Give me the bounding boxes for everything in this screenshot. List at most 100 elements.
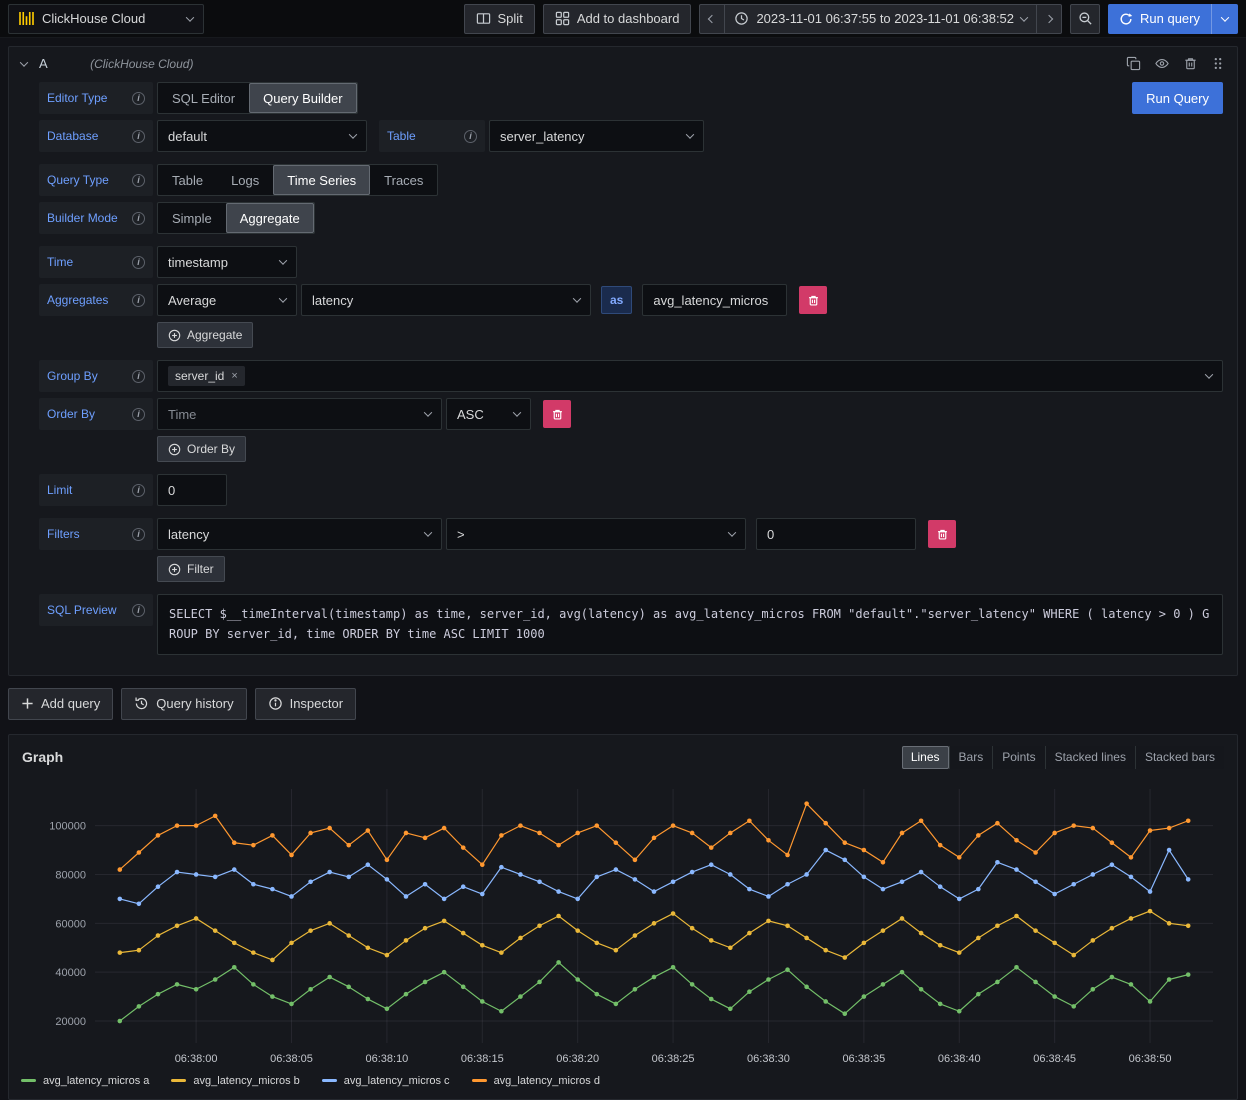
split-button[interactable]: Split bbox=[464, 4, 535, 34]
graph-style-stacked-lines[interactable]: Stacked lines bbox=[1045, 746, 1135, 769]
query-type-option-traces[interactable]: Traces bbox=[370, 165, 437, 195]
legend-item[interactable]: avg_latency_micros b bbox=[171, 1075, 299, 1087]
group-by-label: Group By i bbox=[39, 360, 153, 392]
add-to-dashboard-button[interactable]: Add to dashboard bbox=[543, 4, 692, 34]
chevron-down-icon bbox=[513, 408, 521, 416]
plus-circle-icon bbox=[168, 329, 181, 342]
run-query-editor-button[interactable]: Run Query bbox=[1132, 82, 1223, 114]
query-ref-id: A bbox=[39, 56, 48, 71]
graph-style-bars[interactable]: Bars bbox=[949, 746, 993, 769]
remove-tag-icon[interactable]: × bbox=[231, 371, 237, 382]
group-by-multiselect[interactable]: server_id × bbox=[157, 360, 1223, 392]
info-icon[interactable]: i bbox=[132, 256, 145, 269]
table-select[interactable]: server_latency bbox=[489, 120, 704, 152]
editor-type-row: Editor Type i SQL Editor Query Builder bbox=[39, 82, 1223, 114]
query-type-option-time-series[interactable]: Time Series bbox=[273, 165, 370, 195]
group-by-tag: server_id × bbox=[168, 366, 245, 386]
info-icon[interactable]: i bbox=[132, 370, 145, 383]
info-icon[interactable]: i bbox=[132, 408, 145, 421]
trash-icon bbox=[1183, 56, 1198, 71]
info-icon[interactable]: i bbox=[132, 484, 145, 497]
grip-icon bbox=[1211, 56, 1225, 71]
filters-label: Filters i bbox=[39, 518, 153, 550]
query-history-button[interactable]: Query history bbox=[121, 688, 246, 720]
order-by-direction-select[interactable]: ASC bbox=[446, 398, 531, 430]
chevron-down-icon bbox=[349, 130, 357, 138]
apps-grid-icon bbox=[555, 11, 570, 26]
builder-mode-option-aggregate[interactable]: Aggregate bbox=[226, 203, 314, 233]
add-query-button[interactable]: Add query bbox=[8, 688, 113, 720]
info-icon[interactable]: i bbox=[132, 604, 145, 617]
info-icon[interactable]: i bbox=[132, 174, 145, 187]
filter-field-select[interactable]: latency bbox=[157, 518, 442, 550]
query-type-option-logs[interactable]: Logs bbox=[217, 165, 273, 195]
legend-label: avg_latency_micros b bbox=[193, 1075, 299, 1087]
chevron-down-icon bbox=[279, 294, 287, 302]
time-shift-forward-button[interactable] bbox=[1037, 5, 1061, 33]
series-line bbox=[120, 911, 1188, 960]
collapse-query-icon[interactable] bbox=[20, 58, 28, 66]
remove-query-button[interactable] bbox=[1183, 56, 1198, 71]
query-type-option-table[interactable]: Table bbox=[158, 165, 217, 195]
aggregate-column-select[interactable]: latency bbox=[301, 284, 591, 316]
legend-item[interactable]: avg_latency_micros d bbox=[472, 1075, 600, 1087]
editor-type-option-query-builder[interactable]: Query Builder bbox=[249, 83, 356, 113]
builder-mode-radio-group: Simple Aggregate bbox=[157, 202, 315, 234]
remove-order-by-button[interactable] bbox=[543, 400, 571, 428]
time-label: Time i bbox=[39, 246, 153, 278]
x-axis-tick-label: 06:38:50 bbox=[1129, 1053, 1172, 1065]
inspector-button[interactable]: Inspector bbox=[255, 688, 356, 720]
aggregate-function-select[interactable]: Average bbox=[157, 284, 297, 316]
time-column-select[interactable]: timestamp bbox=[157, 246, 297, 278]
graph-style-points[interactable]: Points bbox=[992, 746, 1044, 769]
zoom-out-time-button[interactable] bbox=[1070, 4, 1100, 34]
remove-aggregate-button[interactable] bbox=[799, 286, 827, 314]
graph-style-radio-group: Lines Bars Points Stacked lines Stacked … bbox=[902, 746, 1224, 769]
editor-type-radio-group: SQL Editor Query Builder bbox=[157, 82, 358, 114]
database-select[interactable]: default bbox=[157, 120, 367, 152]
sql-preview-row: SQL Preview i SELECT $__timeInterval(tim… bbox=[39, 594, 1223, 655]
time-range-button[interactable]: 2023-11-01 06:37:55 to 2023-11-01 06:38:… bbox=[725, 5, 1036, 33]
y-axis-tick-label: 60000 bbox=[55, 918, 86, 930]
split-label: Split bbox=[498, 11, 523, 26]
eye-icon bbox=[1154, 56, 1170, 71]
filter-value-input[interactable] bbox=[756, 518, 916, 550]
builder-mode-option-simple[interactable]: Simple bbox=[158, 203, 226, 233]
datasource-picker[interactable]: ClickHouse Cloud bbox=[8, 4, 204, 34]
time-shift-back-button[interactable] bbox=[700, 5, 724, 33]
add-to-dashboard-label: Add to dashboard bbox=[577, 11, 680, 26]
chevron-down-icon bbox=[686, 130, 694, 138]
add-aggregate-button[interactable]: Aggregate bbox=[157, 322, 253, 348]
limit-input[interactable] bbox=[157, 474, 227, 506]
refresh-icon bbox=[1119, 12, 1133, 26]
info-icon[interactable]: i bbox=[464, 130, 477, 143]
add-filter-button[interactable]: Filter bbox=[157, 556, 225, 582]
graph-style-lines[interactable]: Lines bbox=[902, 746, 949, 769]
clock-icon bbox=[734, 11, 749, 26]
chevron-down-icon bbox=[424, 528, 432, 536]
filter-operator-select[interactable]: > bbox=[446, 518, 746, 550]
drag-query-handle[interactable] bbox=[1211, 56, 1225, 71]
add-order-by-button[interactable]: Order By bbox=[157, 436, 246, 462]
info-icon[interactable]: i bbox=[132, 294, 145, 307]
editor-type-option-sql-editor[interactable]: SQL Editor bbox=[158, 83, 249, 113]
remove-filter-button[interactable] bbox=[928, 520, 956, 548]
plus-circle-icon bbox=[168, 443, 181, 456]
y-axis-tick-label: 20000 bbox=[55, 1016, 86, 1028]
top-toolbar: ClickHouse Cloud Split Add to dashboard bbox=[0, 0, 1246, 38]
toggle-query-visibility-button[interactable] bbox=[1154, 56, 1170, 71]
info-icon[interactable]: i bbox=[132, 92, 145, 105]
run-query-dropdown-button[interactable] bbox=[1211, 4, 1238, 34]
aggregate-alias-input[interactable] bbox=[642, 284, 787, 316]
duplicate-query-button[interactable] bbox=[1126, 56, 1141, 71]
info-icon[interactable]: i bbox=[132, 212, 145, 225]
query-builder-form: Run Query Editor Type i SQL Editor Query… bbox=[9, 78, 1237, 675]
legend-item[interactable]: avg_latency_micros c bbox=[322, 1075, 450, 1087]
order-by-field-select[interactable]: Time bbox=[157, 398, 442, 430]
info-icon[interactable]: i bbox=[132, 130, 145, 143]
run-query-button[interactable]: Run query bbox=[1108, 4, 1211, 34]
latency-line-chart[interactable]: 2000040000600008000010000006:38:0006:38:… bbox=[19, 779, 1227, 1071]
legend-item[interactable]: avg_latency_micros a bbox=[21, 1075, 149, 1087]
info-icon[interactable]: i bbox=[132, 528, 145, 541]
graph-style-stacked-bars[interactable]: Stacked bars bbox=[1135, 746, 1224, 769]
